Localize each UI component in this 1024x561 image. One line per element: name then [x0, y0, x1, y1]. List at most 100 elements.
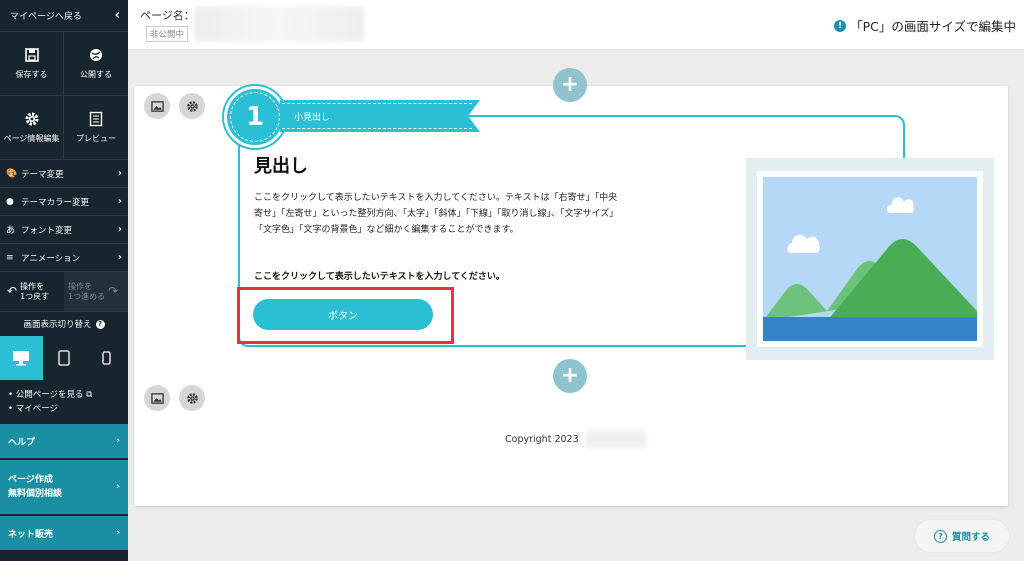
help-menu-item[interactable]: ヘルプ › — [0, 424, 128, 460]
save-icon — [24, 48, 39, 62]
animation-item[interactable]: ≡ アニメーション › — [0, 244, 128, 272]
section-settings-button[interactable] — [179, 93, 205, 119]
add-section-below-button[interactable]: + — [553, 359, 587, 393]
info-icon: ! — [834, 19, 847, 32]
back-to-mypage-button[interactable]: マイページへ戻る ‹ — [0, 0, 128, 32]
chevron-right-icon: › — [117, 196, 122, 207]
bold-text[interactable]: ここをクリックして表示したいテキストを入力してください。 — [254, 269, 505, 282]
preview-button[interactable]: プレビュー — [64, 96, 128, 160]
edit-mode-indicator: ! 「PC」の画面サイズで編集中 — [834, 16, 1016, 35]
highlight-box — [237, 287, 454, 344]
ask-question-button[interactable]: ? 質問する — [914, 519, 1010, 553]
animation-icon: ≡ — [6, 252, 14, 263]
image-icon — [150, 100, 164, 112]
badge-number: 1 — [245, 102, 265, 132]
page-info-edit-button[interactable]: ページ情報編集 — [0, 96, 64, 160]
chevron-right-icon: › — [117, 252, 122, 263]
action-tiles: 保存する 公開する ページ情報編集 プレビュー — [0, 32, 128, 160]
sidebar: マイページへ戻る ‹ 保存する 公開する ページ情報編集 プレビュー 🎨 テーマ… — [0, 0, 128, 561]
tablet-view-button[interactable] — [43, 336, 86, 380]
online-sales-label: ネット販売 — [8, 529, 54, 540]
status-badge: 非公開中 — [146, 26, 189, 42]
view-public-page-label: 公開ページを見る — [15, 390, 84, 400]
subheading-label: 小見出し — [294, 112, 331, 123]
consultation-label-line1: ページ作成 — [8, 475, 53, 485]
edit-mode-label: 「PC」の画面サイズで編集中 — [850, 19, 1016, 34]
undo-redo-group: ↶ 操作を 1つ戻す 操作を 1つ進める ↷ — [0, 272, 128, 312]
ask-question-label: 質問する — [951, 532, 990, 543]
undo-button[interactable]: ↶ 操作を 1つ戻す — [0, 272, 64, 311]
tablet-icon — [58, 350, 70, 366]
undo-label: 操作を 1つ戻す — [20, 281, 50, 301]
animation-label: アニメーション — [21, 253, 81, 264]
external-link-icon: ⧉ — [86, 390, 93, 400]
font-change-label: フォント変更 — [21, 225, 73, 236]
chevron-right-icon: › — [117, 224, 122, 235]
device-switcher — [0, 336, 128, 380]
gear-icon — [186, 392, 198, 404]
publish-icon — [90, 49, 102, 61]
chevron-right-icon: › — [116, 436, 120, 446]
preview-label: プレビュー — [76, 134, 116, 143]
section-image-button[interactable] — [144, 93, 170, 119]
gear-icon — [186, 100, 198, 112]
color-icon: ● — [6, 196, 14, 207]
desktop-view-button[interactable] — [0, 336, 43, 380]
theme-color-label: テーマカラー変更 — [21, 197, 90, 208]
display-switch-title: 画面表示切り替え ? — [0, 312, 128, 336]
landscape-image-icon — [757, 171, 983, 347]
view-public-page-link[interactable]: • 公開ページを見る ⧉ — [8, 388, 120, 402]
heading[interactable]: 見出し — [254, 152, 308, 178]
font-icon: あ — [6, 226, 16, 236]
plus-icon: + — [560, 363, 580, 388]
help-icon[interactable]: ? — [95, 319, 105, 329]
page-name-label: ページ名： — [140, 9, 195, 22]
image-placeholder[interactable] — [746, 158, 994, 360]
smartphone-view-button[interactable] — [85, 336, 128, 380]
help-label: ヘルプ — [8, 437, 36, 448]
chevron-left-icon: ‹ — [114, 8, 120, 23]
consultation-label: ページ作成無料個別相談 — [8, 473, 116, 501]
mypage-link[interactable]: • マイページ — [8, 402, 120, 416]
consultation-label-line2: 無料個別相談 — [8, 489, 63, 499]
publish-label: 公開する — [80, 70, 112, 79]
display-switch-label: 画面表示切り替え — [23, 320, 92, 330]
save-label: 保存する — [15, 70, 48, 79]
publish-button[interactable]: 公開する — [64, 32, 128, 96]
gear-icon — [25, 112, 38, 126]
chevron-right-icon: › — [116, 482, 120, 492]
number-badge: 1 — [224, 86, 286, 148]
footer-settings-button[interactable] — [179, 385, 205, 411]
online-sales-menu-item[interactable]: ネット販売 › — [0, 516, 128, 552]
preview-icon — [89, 111, 103, 127]
page-name-redacted — [194, 6, 364, 42]
theme-color-change-item[interactable]: ● テーマカラー変更 › — [0, 188, 128, 216]
consultation-menu-item[interactable]: ページ作成無料個別相談 › — [0, 460, 128, 516]
palette-icon: 🎨 — [6, 168, 18, 179]
page-info-label: ページ情報編集 — [3, 134, 60, 143]
chevron-right-icon: › — [117, 168, 122, 179]
subheading-ribbon[interactable]: 小見出し — [280, 100, 480, 132]
back-label: マイページへ戻る — [10, 12, 82, 22]
copyright-owner-redacted — [586, 430, 646, 448]
page-canvas: + 1 小見出し 見出し ここをクリックして表示したいテキストを入力してください… — [134, 68, 1008, 506]
theme-change-item[interactable]: 🎨 テーマ変更 › — [0, 160, 128, 188]
chevron-right-icon: › — [116, 528, 120, 538]
undo-icon: ↶ — [7, 284, 18, 298]
save-button[interactable]: 保存する — [0, 32, 64, 96]
smartphone-icon — [102, 351, 111, 365]
add-section-above-button[interactable]: + — [553, 68, 587, 102]
editor-header: ページ名： 非公開中 ! 「PC」の画面サイズで編集中 — [128, 0, 1024, 50]
footer-image-button[interactable] — [144, 385, 170, 411]
body-text[interactable]: ここをクリックして表示したいテキストを入力してください。テキストは「右寄せ」「中… — [254, 190, 624, 238]
question-icon: ? — [933, 529, 947, 543]
desktop-icon — [13, 351, 30, 366]
theme-change-label: テーマ変更 — [21, 169, 64, 180]
image-icon — [150, 392, 164, 404]
copyright-text[interactable]: Copyright 2023 — [505, 434, 579, 445]
plus-icon: + — [560, 72, 580, 97]
sidebar-links: • 公開ページを見る ⧉ • マイページ — [0, 380, 128, 424]
redo-button[interactable]: 操作を 1つ進める ↷ — [64, 272, 128, 311]
font-change-item[interactable]: あ フォント変更 › — [0, 216, 128, 244]
mypage-label: マイページ — [15, 404, 59, 414]
